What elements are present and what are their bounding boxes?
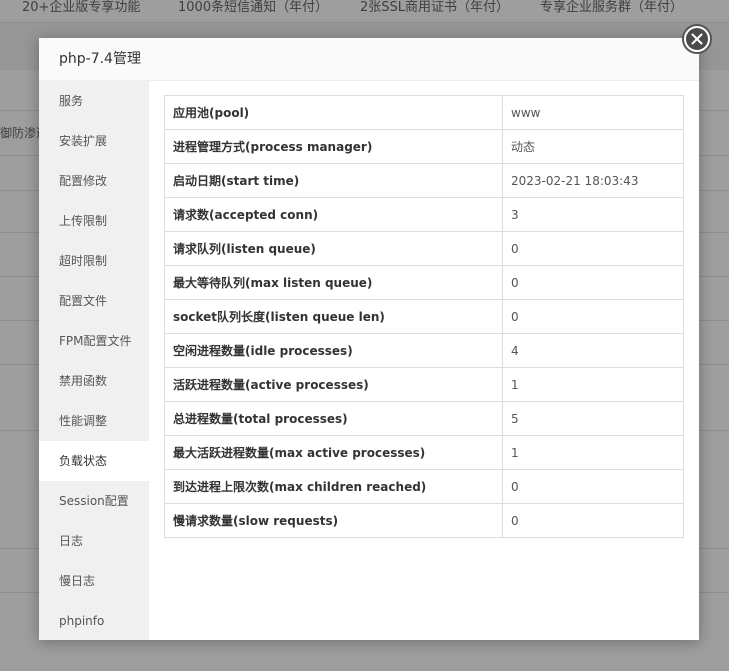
status-value: 0 bbox=[502, 299, 684, 334]
table-row: 到达进程上限次数(max children reached) 0 bbox=[164, 469, 684, 504]
status-value: www bbox=[502, 95, 684, 130]
menu-item-timeout-limit[interactable]: 超时限制 bbox=[39, 241, 149, 281]
table-row: 最大活跃进程数量(max active processes) 1 bbox=[164, 435, 684, 470]
status-key: 请求队列(listen queue) bbox=[164, 231, 503, 266]
side-menu: 服务 安装扩展 配置修改 上传限制 超时限制 配置文件 FPM配置文件 禁用函数… bbox=[39, 81, 149, 640]
table-row: 请求数(accepted conn) 3 bbox=[164, 197, 684, 232]
status-value: 2023-02-21 18:03:43 bbox=[502, 163, 684, 198]
status-value: 4 bbox=[502, 333, 684, 368]
menu-item-log[interactable]: 日志 bbox=[39, 521, 149, 561]
menu-item-slow-log[interactable]: 慢日志 bbox=[39, 561, 149, 601]
menu-item-session-config[interactable]: Session配置 bbox=[39, 481, 149, 521]
php-manager-modal: php-7.4管理 服务 安装扩展 配置修改 上传限制 超时限制 配置文件 FP… bbox=[39, 38, 699, 640]
status-value: 5 bbox=[502, 401, 684, 436]
status-key: 请求数(accepted conn) bbox=[164, 197, 503, 232]
menu-item-disabled-functions[interactable]: 禁用函数 bbox=[39, 361, 149, 401]
table-row: 慢请求数量(slow requests) 0 bbox=[164, 503, 684, 538]
table-row: 请求队列(listen queue) 0 bbox=[164, 231, 684, 266]
table-row: 应用池(pool) www bbox=[164, 95, 684, 130]
status-key: 进程管理方式(process manager) bbox=[164, 129, 503, 164]
menu-item-phpinfo[interactable]: phpinfo bbox=[39, 601, 149, 641]
table-row: 启动日期(start time) 2023-02-21 18:03:43 bbox=[164, 163, 684, 198]
status-key: 启动日期(start time) bbox=[164, 163, 503, 198]
table-row: 活跃进程数量(active processes) 1 bbox=[164, 367, 684, 402]
close-x-glyph bbox=[691, 33, 703, 45]
menu-item-service[interactable]: 服务 bbox=[39, 81, 149, 121]
modal-title: php-7.4管理 bbox=[39, 38, 699, 81]
menu-item-performance-tuning[interactable]: 性能调整 bbox=[39, 401, 149, 441]
status-key: 到达进程上限次数(max children reached) bbox=[164, 469, 503, 504]
status-key: 慢请求数量(slow requests) bbox=[164, 503, 503, 538]
status-value: 0 bbox=[502, 265, 684, 300]
status-value: 3 bbox=[502, 197, 684, 232]
status-key: 空闲进程数量(idle processes) bbox=[164, 333, 503, 368]
status-value: 动态 bbox=[502, 129, 684, 164]
status-key: 总进程数量(total processes) bbox=[164, 401, 503, 436]
status-key: socket队列长度(listen queue len) bbox=[164, 299, 503, 334]
menu-item-upload-limit[interactable]: 上传限制 bbox=[39, 201, 149, 241]
close-button[interactable] bbox=[682, 24, 712, 54]
status-value: 1 bbox=[502, 367, 684, 402]
status-value: 0 bbox=[502, 469, 684, 504]
menu-item-load-status[interactable]: 负载状态 bbox=[39, 441, 149, 481]
status-key: 最大活跃进程数量(max active processes) bbox=[164, 435, 503, 470]
menu-item-fpm-config-file[interactable]: FPM配置文件 bbox=[39, 321, 149, 361]
table-row: 总进程数量(total processes) 5 bbox=[164, 401, 684, 436]
load-status-table: 应用池(pool) www 进程管理方式(process manager) 动态 启动日… bbox=[164, 95, 684, 538]
menu-item-config-edit[interactable]: 配置修改 bbox=[39, 161, 149, 201]
table-row: socket队列长度(listen queue len) 0 bbox=[164, 299, 684, 334]
table-row: 进程管理方式(process manager) 动态 bbox=[164, 129, 684, 164]
status-value: 0 bbox=[502, 503, 684, 538]
status-key: 应用池(pool) bbox=[164, 95, 503, 130]
load-status-panel: 应用池(pool) www 进程管理方式(process manager) 动态 启动日… bbox=[164, 95, 684, 538]
status-key: 最大等待队列(max listen queue) bbox=[164, 265, 503, 300]
menu-item-install-extension[interactable]: 安装扩展 bbox=[39, 121, 149, 161]
status-value: 0 bbox=[502, 231, 684, 266]
table-row: 空闲进程数量(idle processes) 4 bbox=[164, 333, 684, 368]
table-row: 最大等待队列(max listen queue) 0 bbox=[164, 265, 684, 300]
menu-item-config-file[interactable]: 配置文件 bbox=[39, 281, 149, 321]
status-key: 活跃进程数量(active processes) bbox=[164, 367, 503, 402]
status-value: 1 bbox=[502, 435, 684, 470]
